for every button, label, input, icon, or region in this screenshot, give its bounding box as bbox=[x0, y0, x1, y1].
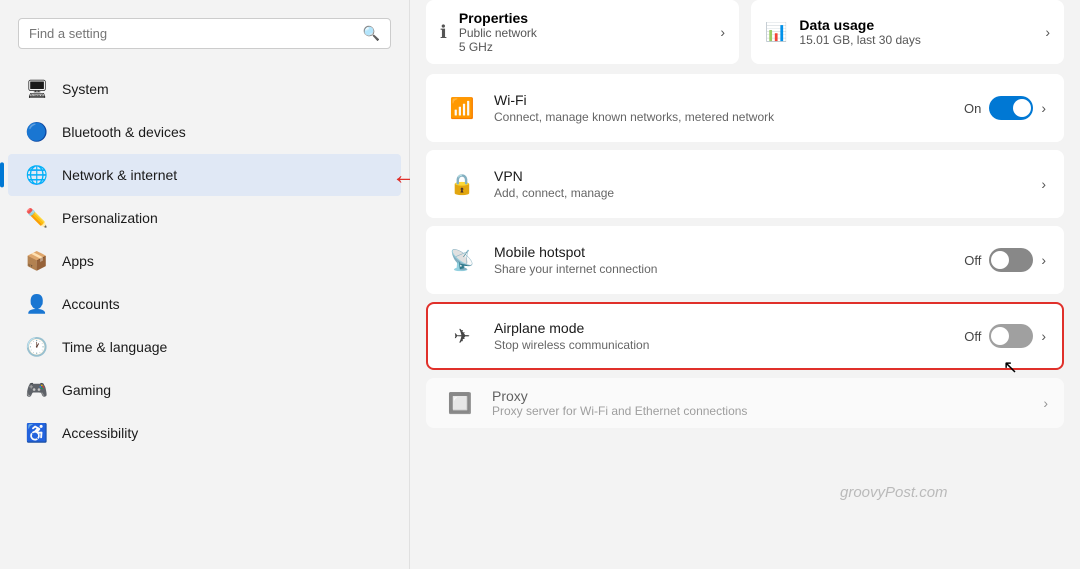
proxy-name: Proxy bbox=[492, 388, 1029, 404]
sidebar: 🔍 🖥 System 🔵 Bluetooth & devices 🌐 Netwo… bbox=[0, 0, 410, 569]
search-icon: 🔍 bbox=[363, 25, 380, 42]
airplane-mode-name: Airplane mode bbox=[494, 320, 950, 336]
accounts-icon: 👤 bbox=[26, 293, 48, 315]
proxy-chevron: › bbox=[1043, 395, 1048, 411]
sidebar-item-bluetooth[interactable]: 🔵 Bluetooth & devices bbox=[8, 111, 401, 153]
proxy-icon: 🔲 bbox=[442, 391, 478, 416]
status-mobile-hotspot: Off bbox=[964, 253, 981, 268]
system-icon: 🖥 bbox=[26, 78, 48, 100]
toggle-mobile-hotspot[interactable] bbox=[989, 248, 1033, 272]
sidebar-label-bluetooth: Bluetooth & devices bbox=[62, 124, 186, 140]
gaming-icon: 🎮 bbox=[26, 379, 48, 401]
status-airplane-mode: Off bbox=[964, 329, 981, 344]
accessibility-icon: ♿ bbox=[26, 422, 48, 444]
chevron-airplane-mode: › bbox=[1041, 328, 1046, 344]
chevron-vpn: › bbox=[1041, 176, 1046, 192]
sidebar-label-personalization: Personalization bbox=[62, 210, 158, 226]
wifi-desc: Connect, manage known networks, metered … bbox=[494, 110, 950, 124]
toggle-knob-mobile-hotspot bbox=[991, 251, 1009, 269]
toggle-wifi[interactable] bbox=[989, 96, 1033, 120]
sidebar-item-apps[interactable]: 📦 Apps bbox=[8, 240, 401, 282]
sidebar-item-gaming[interactable]: 🎮 Gaming bbox=[8, 369, 401, 411]
settings-card-mobile-hotspot[interactable]: 📡 Mobile hotspot Share your internet con… bbox=[426, 226, 1064, 294]
properties-title: Properties bbox=[459, 10, 708, 26]
data-usage-icon: 📊 bbox=[765, 22, 787, 43]
wifi-icon: 📶 bbox=[444, 90, 480, 126]
search-input[interactable] bbox=[29, 26, 355, 41]
cursor-pointer: ↖ bbox=[1003, 357, 1018, 378]
sidebar-item-accounts[interactable]: 👤 Accounts bbox=[8, 283, 401, 325]
personalization-icon: ✏️ bbox=[26, 207, 48, 229]
mobile-hotspot-desc: Share your internet connection bbox=[494, 262, 950, 276]
info-icon: ℹ bbox=[440, 22, 447, 43]
data-usage-sub: 15.01 GB, last 30 days bbox=[799, 33, 1033, 47]
chevron-wifi: › bbox=[1041, 100, 1046, 116]
sidebar-label-time: Time & language bbox=[62, 339, 167, 355]
settings-card-airplane-mode[interactable]: ✈ Airplane mode Stop wireless communicat… bbox=[426, 302, 1064, 370]
mobile-hotspot-name: Mobile hotspot bbox=[494, 244, 950, 260]
status-wifi: On bbox=[964, 101, 981, 116]
mobile-hotspot-icon: 📡 bbox=[444, 242, 480, 278]
sidebar-item-system[interactable]: 🖥 System bbox=[8, 68, 401, 110]
main-content: ℹ Properties Public network5 GHz › 📊 Dat… bbox=[410, 0, 1080, 569]
sidebar-item-network[interactable]: 🌐 Network & internet ← bbox=[8, 154, 401, 196]
toggle-knob-airplane-mode bbox=[991, 327, 1009, 345]
vpn-name: VPN bbox=[494, 168, 1027, 184]
sidebar-label-apps: Apps bbox=[62, 253, 94, 269]
time-icon: 🕐 bbox=[26, 336, 48, 358]
sidebar-label-system: System bbox=[62, 81, 109, 97]
data-usage-title: Data usage bbox=[799, 17, 1033, 33]
sidebar-label-network: Network & internet bbox=[62, 167, 177, 183]
properties-sub: Public network5 GHz bbox=[459, 26, 708, 54]
sidebar-item-time[interactable]: 🕐 Time & language bbox=[8, 326, 401, 368]
sidebar-label-gaming: Gaming bbox=[62, 382, 111, 398]
vpn-desc: Add, connect, manage bbox=[494, 186, 1027, 200]
apps-icon: 📦 bbox=[26, 250, 48, 272]
search-box[interactable]: 🔍 bbox=[18, 18, 391, 49]
chevron-mobile-hotspot: › bbox=[1041, 252, 1046, 268]
airplane-mode-desc: Stop wireless communication bbox=[494, 338, 950, 352]
proxy-desc: Proxy server for Wi-Fi and Ethernet conn… bbox=[492, 404, 1029, 418]
sidebar-nav: 🖥 System 🔵 Bluetooth & devices 🌐 Network… bbox=[0, 67, 409, 455]
sidebar-item-accessibility[interactable]: ♿ Accessibility bbox=[8, 412, 401, 454]
vpn-icon: 🔒 bbox=[444, 166, 480, 202]
settings-card-vpn[interactable]: 🔒 VPN Add, connect, manage › bbox=[426, 150, 1064, 218]
watermark: groovyPost.com bbox=[840, 484, 948, 501]
sidebar-item-personalization[interactable]: ✏️ Personalization bbox=[8, 197, 401, 239]
sidebar-label-accounts: Accounts bbox=[62, 296, 120, 312]
data-usage-chevron: › bbox=[1045, 24, 1050, 40]
properties-card[interactable]: ℹ Properties Public network5 GHz › bbox=[426, 0, 739, 64]
top-partial-cards: ℹ Properties Public network5 GHz › 📊 Dat… bbox=[426, 0, 1064, 64]
airplane-mode-icon: ✈ bbox=[444, 318, 480, 354]
wifi-name: Wi-Fi bbox=[494, 92, 950, 108]
network-icon: 🌐 bbox=[26, 164, 48, 186]
proxy-card[interactable]: 🔲 Proxy Proxy server for Wi-Fi and Ether… bbox=[426, 378, 1064, 428]
toggle-airplane-mode[interactable] bbox=[989, 324, 1033, 348]
toggle-knob-wifi bbox=[1013, 99, 1031, 117]
sidebar-label-accessibility: Accessibility bbox=[62, 425, 138, 441]
bluetooth-icon: 🔵 bbox=[26, 121, 48, 143]
settings-card-wifi[interactable]: 📶 Wi-Fi Connect, manage known networks, … bbox=[426, 74, 1064, 142]
properties-chevron: › bbox=[720, 24, 725, 40]
settings-list: 📶 Wi-Fi Connect, manage known networks, … bbox=[426, 74, 1064, 370]
data-usage-card[interactable]: 📊 Data usage 15.01 GB, last 30 days › bbox=[751, 0, 1064, 64]
